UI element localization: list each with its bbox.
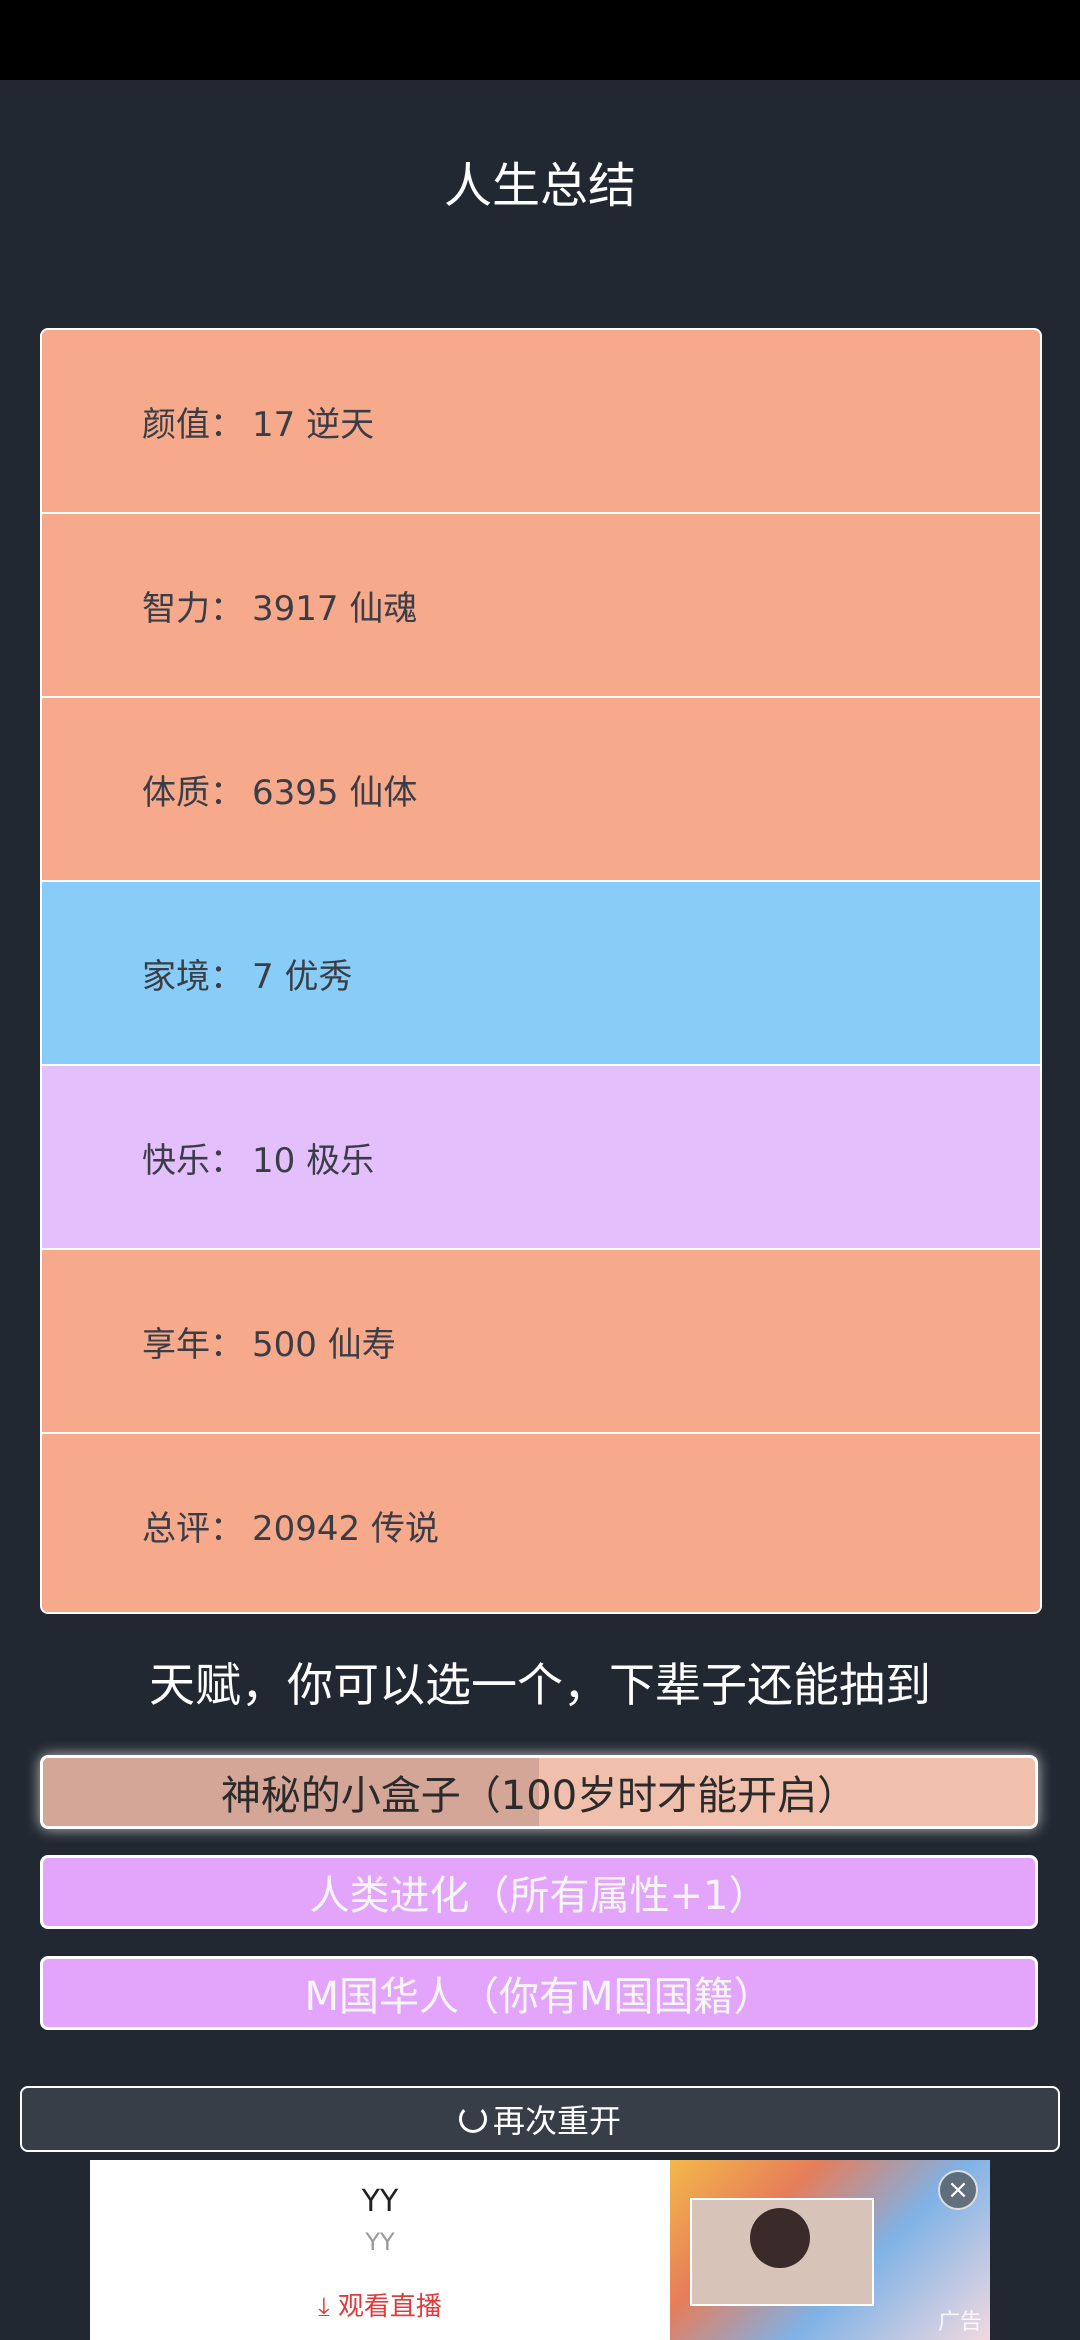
ad-cta-link[interactable]: ⤓ 观看直播 — [90, 2286, 670, 2323]
summary-row-appearance: 颜值： 17 逆天 — [42, 330, 1040, 514]
summary-row-lifespan: 享年： 500 仙寿 — [42, 1250, 1040, 1434]
summary-separator: ： — [210, 1508, 244, 1549]
talent-heading: 天赋，你可以选一个，下辈子还能抽到 — [149, 1658, 931, 1712]
close-icon[interactable]: × — [938, 2170, 978, 2210]
talent-label: 神秘的小盒子（100岁时才能开启） — [220, 1773, 858, 1819]
status-bar — [0, 0, 1080, 80]
ad-cta-label: 观看直播 — [337, 2292, 442, 2322]
download-icon: ⤓ — [318, 2292, 330, 2322]
summary-row-family: 家境： 7 优秀 — [42, 882, 1040, 1066]
restart-label: 再次重开 — [492, 2102, 621, 2140]
ad-text-area[interactable]: YY YY ⤓ 观看直播 — [90, 2160, 670, 2340]
summary-label: 智力 — [142, 588, 210, 629]
summary-separator: ： — [210, 1140, 244, 1181]
summary-value: 500 仙寿 — [252, 1324, 396, 1365]
summary-separator: ： — [210, 956, 244, 997]
restart-button[interactable]: 再次重开 — [20, 2086, 1060, 2152]
summary-row-constitution: 体质： 6395 仙体 — [42, 698, 1040, 882]
refresh-icon — [458, 2105, 487, 2133]
ad-banner[interactable]: YY YY ⤓ 观看直播 × 广告 — [90, 2160, 990, 2340]
summary-value: 10 极乐 — [252, 1140, 375, 1181]
summary-label: 享年 — [142, 1324, 210, 1365]
summary-card: 颜值： 17 逆天 智力： 3917 仙魂 体质： 6395 仙体 家境： 7 优秀 快… — [40, 328, 1042, 1614]
summary-value: 20942 传说 — [252, 1508, 439, 1549]
summary-value: 17 逆天 — [252, 404, 375, 445]
ad-image[interactable]: × 广告 — [670, 2160, 990, 2340]
ad-title: YY — [361, 2184, 399, 2219]
summary-value: 6395 仙体 — [252, 772, 418, 813]
talent-option-human-evolution[interactable]: 人类进化（所有属性+1） — [40, 1855, 1038, 1929]
talent-option-m-country[interactable]: M国华人（你有M国国籍） — [40, 1956, 1038, 2030]
ad-tag: 广告 — [937, 2310, 982, 2335]
talent-option-mystery-box[interactable]: 神秘的小盒子（100岁时才能开启） — [40, 1755, 1038, 1829]
summary-label: 颜值 — [142, 404, 210, 445]
summary-separator: ： — [210, 772, 244, 813]
summary-row-overall: 总评： 20942 传说 — [42, 1434, 1040, 1612]
summary-value: 3917 仙魂 — [252, 588, 418, 629]
summary-row-intelligence: 智力： 3917 仙魂 — [42, 514, 1040, 698]
ad-subtitle: YY — [365, 2228, 395, 2256]
talent-label: 人类进化（所有属性+1） — [309, 1873, 769, 1919]
summary-separator: ： — [210, 404, 244, 445]
talent-label: M国华人（你有M国国籍） — [304, 1974, 774, 2020]
summary-separator: ： — [210, 588, 244, 629]
summary-label: 家境 — [142, 956, 210, 997]
summary-label: 体质 — [142, 772, 210, 813]
ad-image-person — [750, 2208, 810, 2268]
summary-label: 快乐 — [142, 1140, 210, 1181]
summary-separator: ： — [210, 1324, 244, 1365]
summary-value: 7 优秀 — [252, 956, 353, 997]
summary-row-happiness: 快乐： 10 极乐 — [42, 1066, 1040, 1250]
page-title: 人生总结 — [443, 158, 636, 214]
summary-label: 总评 — [142, 1508, 210, 1549]
